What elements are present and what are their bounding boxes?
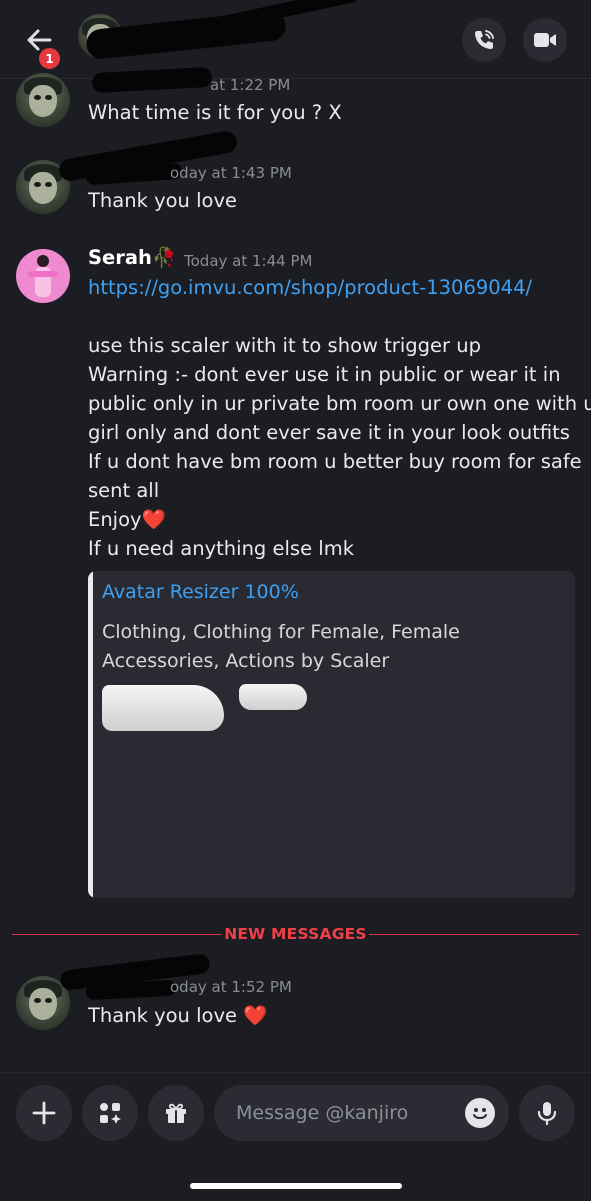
message-timestamp: oday at 1:52 PM (170, 978, 292, 996)
gift-button[interactable] (148, 1085, 204, 1141)
message-text: What time is it for you ? X (88, 101, 342, 124)
message-line: use this scaler with it to show trigger … (88, 334, 481, 357)
phone-call-icon (475, 30, 494, 49)
add-attachment-button[interactable] (16, 1085, 72, 1141)
voice-call-button[interactable] (462, 18, 506, 62)
plus-icon (32, 1101, 56, 1125)
video-call-button[interactable] (523, 18, 567, 62)
video-camera-icon (534, 33, 556, 47)
embed-title[interactable]: Avatar Resizer 100% (102, 581, 299, 603)
embed-accent-bar (88, 571, 93, 898)
home-indicator (190, 1183, 402, 1189)
link-embed[interactable]: Avatar Resizer 100% Clothing, Clothing f… (88, 571, 575, 898)
message-line: girl only and dont ever save it in your … (88, 421, 570, 444)
smiley-icon (473, 1108, 487, 1119)
product-link[interactable]: https://go.imvu.com/shop/product-1306904… (88, 276, 532, 299)
embed-image (102, 685, 224, 731)
voice-message-button[interactable] (519, 1085, 575, 1141)
username[interactable]: Serah🥀 (88, 246, 176, 269)
microphone-icon (537, 1102, 557, 1126)
message-line: Enjoy❤️ (88, 508, 166, 531)
message-line: Warning :- dont ever use it in public or… (88, 363, 561, 386)
message-timestamp: Today at 1:44 PM (184, 252, 313, 270)
unread-badge: 1 (37, 46, 62, 71)
new-messages-divider: NEW MESSAGES (224, 925, 367, 943)
embed-image (239, 684, 307, 710)
message-timestamp: oday at 1:43 PM (170, 164, 292, 182)
serah-avatar[interactable] (16, 249, 70, 303)
message-input-wrapper (214, 1085, 509, 1141)
message-line: If u dont have bm room u better buy room… (88, 450, 582, 473)
chat-header: 1 (0, 0, 591, 79)
apps-icon (100, 1103, 121, 1124)
embed-description: Clothing, Clothing for Female, Female Ac… (102, 621, 460, 672)
message-line: sent all (88, 479, 160, 502)
emoji-button[interactable] (465, 1098, 495, 1128)
rose-emoji: 🥀 (151, 246, 177, 269)
gift-icon (166, 1103, 186, 1123)
message-text: Thank you love ❤️ (88, 1004, 268, 1027)
message-text: Thank you love (88, 189, 237, 212)
message-input[interactable] (234, 1101, 453, 1125)
message-line: If u need anything else lmk (88, 537, 354, 560)
message-timestamp: at 1:22 PM (210, 76, 291, 94)
avatar[interactable] (16, 73, 70, 127)
apps-button[interactable] (82, 1085, 138, 1141)
message-line: public only in ur private bm room ur own… (88, 392, 591, 415)
